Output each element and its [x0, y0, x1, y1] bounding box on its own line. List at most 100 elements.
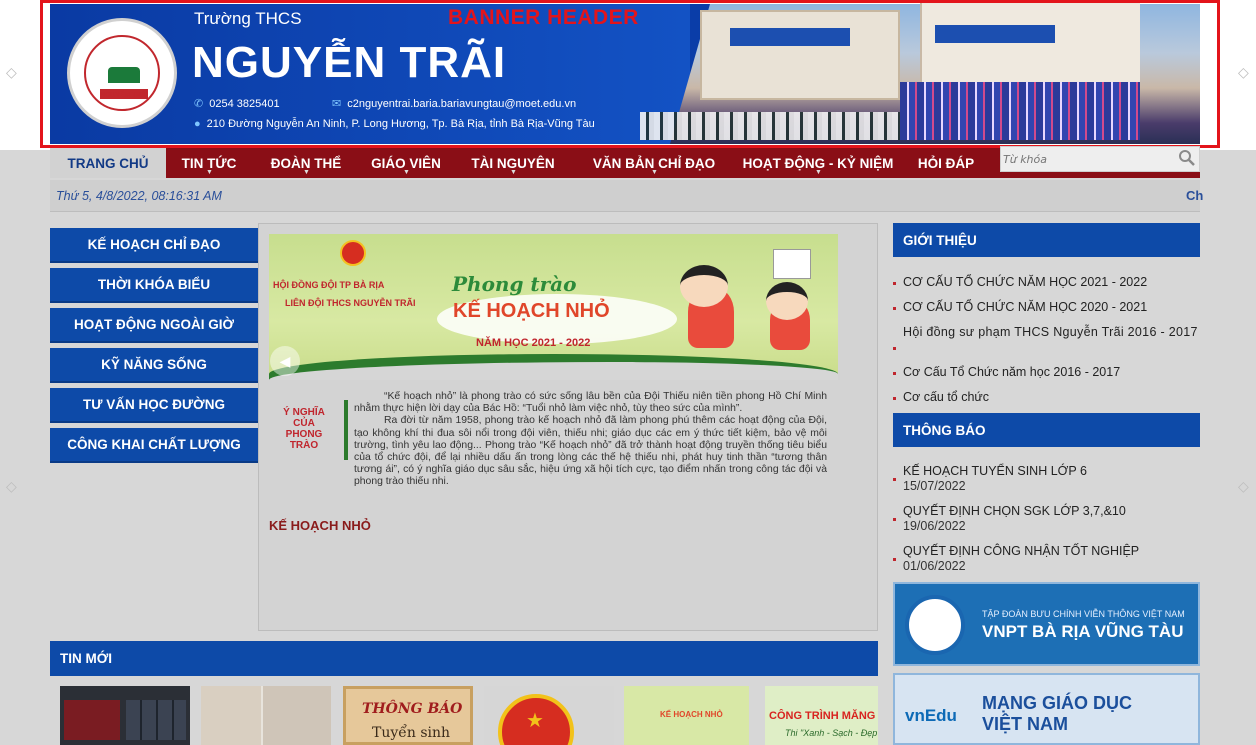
thumb-image — [263, 686, 331, 745]
featured-caption[interactable]: KẾ HOẠCH NHỎ — [269, 518, 371, 533]
nav-item-van-ban-chi-dao[interactable]: VĂN BẢN CHỈ ĐẠO ▼ — [574, 148, 734, 178]
search-icon[interactable] — [1178, 149, 1196, 167]
notice-item[interactable]: KẾ HOẠCH TUYỂN SINH LỚP 6 15/07/2022 — [893, 464, 1200, 504]
notice-item[interactable]: QUYẾT ĐỊNH CHỌN SGK LỚP 3,7,&10 19/06/202… — [893, 504, 1200, 544]
left-menu-ke-hoach-chi-dao[interactable]: KẾ HOẠCH CHỈ ĐẠO — [50, 228, 258, 263]
meaning-divider — [344, 400, 348, 460]
left-menu-cong-khai-chat-luong[interactable]: CÔNG KHAI CHẤT LƯỢNG — [50, 428, 258, 463]
vnpt-title: VNPT BÀ RỊA VŨNG TÀU — [982, 622, 1184, 641]
article-paragraph: “Kế hoạch nhỏ” là phong trào có sức sống… — [354, 391, 827, 415]
list-item[interactable]: Cơ Cấu Tổ Chức năm học 2016 - 2017 — [893, 365, 1200, 390]
arrow-left-icon: ◀ — [279, 352, 291, 369]
thumb-image — [126, 700, 186, 740]
chevron-down-icon: ▼ — [403, 169, 410, 176]
section-tin-moi-header: TIN MỚI — [50, 641, 878, 676]
current-date: Thứ 5, 4/8/2022, 08:16:31 AM — [56, 189, 222, 203]
thumb-caption: Tuyển sinh — [372, 725, 451, 741]
gioi-thieu-list: CƠ CẤU TỔ CHỨC NĂM HỌC 2021 - 2022 CƠ CẤ… — [893, 275, 1200, 415]
thumb-image — [201, 686, 261, 745]
list-item[interactable]: Hội đồng sư phạm THCS Nguyễn Trãi 2016 -… — [893, 325, 1200, 365]
thong-bao-list: KẾ HOẠCH TUYỂN SINH LỚP 6 15/07/2022 QUYẾ… — [893, 464, 1200, 584]
nav-item-hoat-dong-ky-niem[interactable]: HOẠT ĐỘNG - KỶ NIỆM ▼ — [734, 148, 902, 178]
chevron-down-icon: ▼ — [815, 169, 822, 176]
nav-item-trang-chu[interactable]: TRANG CHỦ — [50, 148, 166, 178]
news-thumbnail[interactable]: ★ — [484, 686, 614, 745]
bullet-icon — [893, 347, 896, 350]
poster-school-logo — [773, 249, 811, 279]
bullet-icon — [893, 478, 896, 481]
youth-emblem-icon — [340, 240, 366, 266]
poster-org-line2: LIÊN ĐỘI THCS NGUYỄN TRÃI — [285, 298, 416, 308]
news-thumbnail[interactable]: THÔNG BÁO Tuyển sinh — [343, 686, 473, 745]
meaning-label: Ý NGHĨA CỦA PHONG TRÀO — [283, 407, 325, 451]
nav-item-doan-the[interactable]: ĐOÀN THỂ ▼ — [252, 148, 360, 178]
nav-item-hoi-dap[interactable]: HỎI ĐÁP — [902, 148, 990, 178]
kid-illustration — [680, 265, 728, 307]
search-box — [1000, 146, 1200, 172]
edge-diamond-icon: ◇ — [1238, 64, 1249, 80]
edge-diamond-icon: ◇ — [6, 64, 17, 80]
article-paragraph: Ra đời từ năm 1958, phong trào kế hoạch … — [354, 415, 827, 488]
notice-date: 01/06/2022 — [903, 559, 966, 573]
bullet-icon — [893, 518, 896, 521]
list-item[interactable]: Cơ cấu tổ chức — [893, 390, 1200, 415]
edge-diamond-icon: ◇ — [6, 478, 17, 494]
news-thumbnail[interactable] — [201, 686, 331, 745]
edge-diamond-icon: ◇ — [1238, 478, 1249, 494]
poster-movement: Phong trào — [452, 272, 577, 296]
banner-outline — [40, 0, 1220, 148]
vnedu-title-line2: VIỆT NAM — [982, 714, 1069, 734]
search-input[interactable] — [1003, 150, 1173, 168]
bullet-icon — [893, 282, 896, 285]
notice-title: QUYẾT ĐỊNH CÔNG NHẬN TỐT NGHIỆP — [903, 544, 1140, 558]
chevron-down-icon: ▼ — [206, 169, 213, 176]
list-item-label: CƠ CẤU TỔ CHỨC NĂM HỌC 2021 - 2022 — [903, 275, 1148, 289]
news-thumbnail[interactable] — [60, 686, 190, 745]
bullet-icon — [893, 558, 896, 561]
list-item-label: Hội đồng sư phạm THCS Nguyễn Trãi 2016 -… — [903, 325, 1198, 339]
notice-date: 19/06/2022 — [903, 519, 966, 533]
list-item-label: Cơ Cấu Tổ Chức năm học 2016 - 2017 — [903, 365, 1121, 379]
vnpt-tagline: TẬP ĐOÀN BƯU CHÍNH VIỄN THÔNG VIỆT NAM — [982, 609, 1185, 619]
thumb-caption: THÔNG BÁO — [362, 701, 463, 717]
chevron-down-icon: ▼ — [303, 169, 310, 176]
nav-item-tai-nguyen[interactable]: TÀI NGUYÊN ▼ — [452, 148, 574, 178]
poster-year: NĂM HỌC 2021 - 2022 — [476, 337, 591, 349]
list-item-label: Cơ cấu tổ chức — [903, 390, 990, 404]
nav-item-tin-tuc[interactable]: TIN TỨC ▼ — [166, 148, 252, 178]
poster-title: KẾ HOẠCH NHỎ — [453, 300, 610, 322]
notice-title: QUYẾT ĐỊNH CHỌN SGK LỚP 3,7,&10 — [903, 504, 1126, 518]
vnedu-title-line1: MẠNG GIÁO DỤC — [982, 693, 1132, 713]
vnedu-logo: vnEdu — [905, 706, 957, 725]
notice-title: KẾ HOẠCH TUYỂN SINH LỚP 6 — [903, 464, 1087, 478]
vnpt-logo-icon — [905, 595, 965, 655]
kid-illustration — [766, 282, 808, 320]
notice-item[interactable]: QUYẾT ĐỊNH CÔNG NHẬN TỐT NGHIỆP 01/06/202… — [893, 544, 1200, 584]
left-menu-thoi-khoa-bieu[interactable]: THỜI KHÓA BIỂU — [50, 268, 258, 303]
news-marquee[interactable]: Ch — [1186, 188, 1203, 203]
bullet-icon — [893, 397, 896, 400]
notice-date: 15/07/2022 — [903, 479, 966, 493]
news-thumbnail[interactable]: KẾ HOẠCH NHỎ — [624, 686, 749, 745]
date-bar — [50, 180, 1200, 212]
nav-label: HỎI ĐÁP — [917, 155, 975, 171]
left-menu-hoat-dong-ngoai-gio[interactable]: HOẠT ĐỘNG NGOÀI GIỜ — [50, 308, 258, 343]
thumb-caption: Thi "Xanh - Sạch - Đẹp" — [785, 728, 878, 738]
thumb-caption: KẾ HOẠCH NHỎ — [660, 710, 723, 719]
slider-prev-button[interactable]: ◀ — [270, 346, 300, 376]
bullet-icon — [893, 372, 896, 375]
list-item[interactable]: CƠ CẤU TỔ CHỨC NĂM HỌC 2020 - 2021 — [893, 300, 1200, 325]
nav-label: TRANG CHỦ — [67, 155, 149, 171]
poster-org-line1: HỘI ĐỒNG ĐỘI TP BÀ RỊA — [273, 280, 385, 290]
chevron-down-icon: ▼ — [510, 169, 517, 176]
thumb-caption: CÔNG TRÌNH MĂNG NO — [769, 710, 878, 722]
chevron-down-icon: ▼ — [651, 169, 658, 176]
section-gioi-thieu-header: GIỚI THIỆU — [893, 223, 1200, 257]
left-menu-ky-nang-song[interactable]: KỸ NĂNG SỐNG — [50, 348, 258, 383]
list-item[interactable]: CƠ CẤU TỔ CHỨC NĂM HỌC 2021 - 2022 — [893, 275, 1200, 300]
star-icon: ★ — [526, 710, 544, 732]
left-menu-tu-van-hoc-duong[interactable]: TƯ VẤN HỌC ĐƯỜNG — [50, 388, 258, 423]
list-item-label: CƠ CẤU TỔ CHỨC NĂM HỌC 2020 - 2021 — [903, 300, 1148, 314]
nav-item-giao-vien[interactable]: GIÁO VIÊN ▼ — [360, 148, 452, 178]
news-thumbnail[interactable]: CÔNG TRÌNH MĂNG NO Thi "Xanh - Sạch - Đẹ… — [765, 686, 878, 745]
